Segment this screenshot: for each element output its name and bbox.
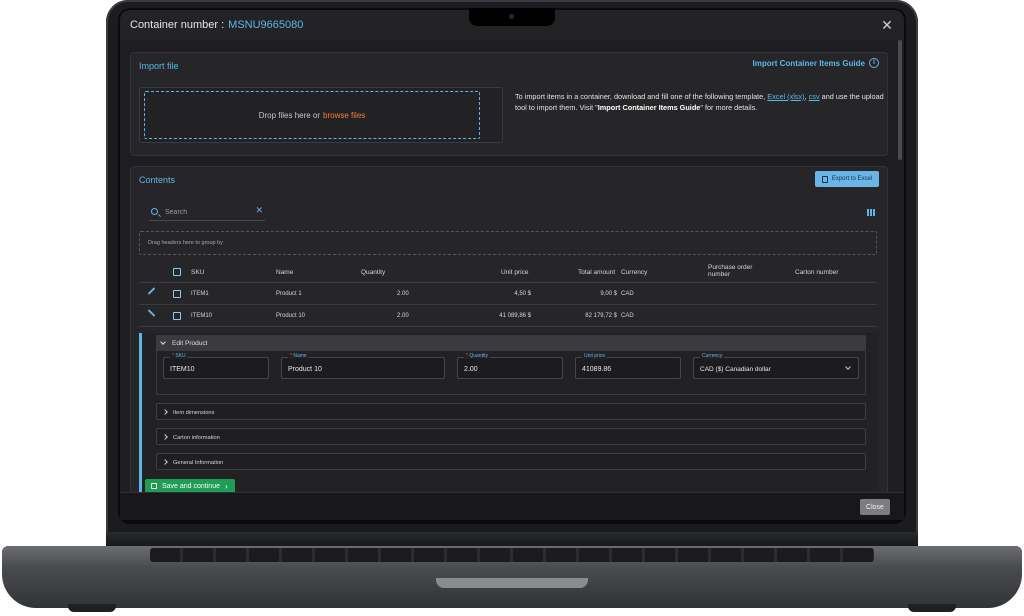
- col-sku[interactable]: SKU: [191, 269, 204, 276]
- unit-price-field-label: Unit price: [582, 353, 608, 359]
- scrollbar[interactable]: [898, 40, 902, 160]
- collapse-edit-icon[interactable]: [147, 309, 156, 317]
- name-label-text: Name: [293, 353, 307, 359]
- save-and-continue-button[interactable]: Save and continue ›: [145, 479, 235, 493]
- keyboard-edge: [150, 548, 874, 562]
- desc-guide-name: Import Container Items Guide: [597, 103, 701, 112]
- container-number-value[interactable]: MSNU9665080: [228, 19, 303, 31]
- col-po-number[interactable]: Purchase order number: [708, 264, 752, 278]
- section-general-information[interactable]: General Information: [156, 453, 866, 470]
- cell-unit-price: 4,50 $: [514, 291, 531, 297]
- camera-notch: [469, 8, 555, 26]
- cell-sku: ITEM10: [191, 313, 213, 319]
- currency-field-value: CAD ($) Canadian dollar: [700, 366, 771, 373]
- sku-label-text: SKU: [175, 353, 186, 359]
- cell-name: Product 1: [276, 291, 302, 297]
- close-button[interactable]: Close: [860, 499, 890, 515]
- drop-text: Drop files here or: [258, 110, 321, 120]
- save-icon: [151, 483, 157, 489]
- cell-currency: CAD: [621, 313, 634, 319]
- col-name[interactable]: Name: [276, 269, 293, 276]
- quantity-field-label: * Quantity: [464, 353, 490, 359]
- quantity-field[interactable]: * Quantity 2.00: [457, 353, 563, 379]
- quantity-label-text: Quantity: [469, 353, 488, 359]
- import-file-title: Import file: [139, 61, 179, 71]
- name-field-label: * Name: [288, 353, 309, 359]
- excel-file-icon: [821, 175, 828, 183]
- name-field-value: Product 10: [288, 366, 322, 373]
- edit-product-header[interactable]: Edit Product: [156, 335, 866, 351]
- csv-template-link[interactable]: csv: [809, 92, 820, 101]
- export-to-excel-button[interactable]: Export to Excel: [815, 171, 879, 187]
- container-number-label: Container number :: [130, 19, 225, 31]
- search-input[interactable]: [163, 206, 243, 219]
- desc-part-1: To import items in a container, download…: [515, 92, 766, 101]
- dropzone-container: Drop files here or browse files: [139, 87, 503, 143]
- close-icon[interactable]: ✕: [880, 18, 894, 32]
- screen: Container number : MSNU9665080 ✕ Import …: [120, 10, 904, 520]
- unit-price-field[interactable]: Unit price 41089.86: [575, 353, 681, 379]
- table-header: SKU Name Quantity Unit price Total amoun…: [139, 263, 877, 283]
- name-field[interactable]: * Name Product 10: [281, 353, 445, 379]
- table-row[interactable]: ITEM1 Product 1 2.00 4,50 $ 9,00 $ CAD: [139, 283, 877, 305]
- table-row[interactable]: ITEM10 Product 10 2.00 41 089,86 $ 82 17…: [139, 305, 877, 327]
- sku-field-label: * SKU: [170, 353, 188, 359]
- col-po-line2: number: [708, 271, 731, 278]
- sku-field[interactable]: * SKU ITEM10: [163, 353, 269, 379]
- clear-search-icon[interactable]: ✕: [255, 205, 263, 216]
- contents-title: Contents: [139, 175, 176, 185]
- info-icon[interactable]: i: [869, 58, 879, 68]
- currency-field-label: Currency: [700, 353, 725, 359]
- import-guide-link[interactable]: Import Container Items Guide: [753, 59, 865, 68]
- desc-part-3: " for more details.: [700, 103, 758, 112]
- quantity-field-value: 2.00: [464, 366, 478, 373]
- edit-product-fields: * SKU ITEM10 * Name Product 10 * Quantit…: [156, 351, 866, 395]
- cell-quantity: 2.00: [397, 291, 409, 297]
- import-file-panel: Import file Import Container Items Guide…: [130, 52, 888, 156]
- excel-template-link[interactable]: Excel (xlsx): [767, 92, 804, 101]
- file-dropzone[interactable]: Drop files here or browse files: [144, 91, 480, 139]
- cell-quantity: 2.00: [397, 313, 409, 319]
- col-carton-number[interactable]: Carton number: [795, 269, 838, 276]
- section-item-dimensions[interactable]: Item dimensions: [156, 403, 866, 420]
- col-po-line1: Purchase order: [708, 264, 753, 271]
- cell-total-amount: 82 179,72 $: [585, 313, 617, 319]
- sku-field-value: ITEM10: [170, 366, 195, 373]
- col-unit-price[interactable]: Unit price: [501, 269, 528, 276]
- section-carton-information[interactable]: Carton information: [156, 428, 866, 445]
- import-description: To import items in a container, download…: [515, 91, 887, 113]
- col-total-amount[interactable]: Total amount: [578, 269, 615, 276]
- col-currency[interactable]: Currency: [621, 269, 647, 276]
- edit-product-form: Edit Product * SKU ITEM10 * Name Product…: [139, 333, 879, 499]
- col-quantity[interactable]: Quantity: [361, 269, 385, 276]
- column-chooser-icon[interactable]: [867, 209, 875, 216]
- modal-footer: Close: [120, 492, 904, 520]
- search-icon: [151, 208, 158, 215]
- trackpad-notch: [436, 578, 588, 588]
- cell-currency: CAD: [621, 291, 634, 297]
- laptop-foot-right: [908, 604, 956, 612]
- search-box: ✕: [149, 205, 265, 221]
- export-label: Export to Excel: [831, 176, 873, 182]
- currency-select[interactable]: Currency CAD ($) Canadian dollar: [693, 353, 859, 379]
- desc-sep: ,: [804, 92, 807, 101]
- cell-unit-price: 41 089,86 $: [499, 313, 531, 319]
- unit-price-field-value: 41089.86: [582, 366, 612, 373]
- edit-pencil-icon[interactable]: [147, 287, 156, 295]
- select-all-checkbox[interactable]: [173, 268, 181, 276]
- row-checkbox[interactable]: [173, 290, 181, 298]
- cell-sku: ITEM1: [191, 291, 209, 297]
- save-label: Save and continue: [162, 482, 220, 490]
- group-by-dropzone[interactable]: Drag headers here to group by: [139, 231, 877, 255]
- chevron-down-icon[interactable]: [845, 364, 851, 370]
- laptop-hinge: [106, 532, 918, 546]
- cell-total-amount: 9,00 $: [600, 291, 617, 297]
- browse-files-link[interactable]: browse files: [323, 111, 365, 120]
- cell-name: Product 10: [276, 313, 306, 319]
- contents-panel: Contents Export to Excel ✕ Drag headers …: [130, 166, 888, 499]
- row-checkbox[interactable]: [173, 312, 181, 320]
- chevron-right-icon: ›: [225, 481, 228, 491]
- laptop-foot-left: [68, 604, 116, 612]
